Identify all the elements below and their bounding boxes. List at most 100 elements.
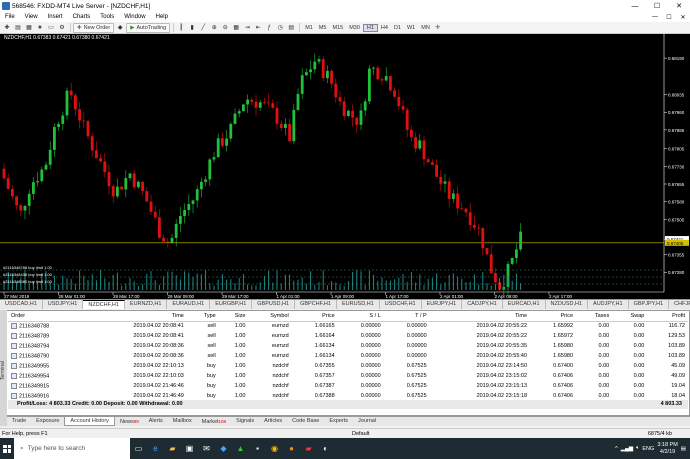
column-header[interactable]: Order: [8, 312, 87, 322]
chart-tab[interactable]: AUDJPY,H1: [588, 300, 629, 309]
taskbar-search[interactable]: ⌕ Type here to search: [14, 438, 130, 459]
order-row[interactable]: 2116348789 2019.04.02 20:08:41 sell 1.00 eur…: [8, 331, 688, 341]
column-header[interactable]: Symbol: [248, 312, 292, 322]
menu-view[interactable]: View: [20, 14, 43, 20]
terminal-icon[interactable]: ▭: [46, 23, 56, 33]
menu-insert[interactable]: Insert: [43, 14, 68, 20]
new-chart-icon[interactable]: ✚: [2, 23, 12, 33]
start-button[interactable]: [0, 438, 14, 459]
zoom-out-icon[interactable]: ⊖: [220, 23, 230, 33]
mdi-minimize-button[interactable]: —: [648, 14, 662, 21]
mail-icon[interactable]: ✉: [198, 438, 215, 459]
terminal-tab[interactable]: News99: [115, 417, 144, 426]
market-watch-icon[interactable]: ▦: [24, 23, 34, 33]
chart-tab[interactable]: EURUSD,H1: [337, 300, 380, 309]
mdi-close-button[interactable]: ✕: [676, 14, 690, 21]
menu-window[interactable]: Window: [119, 14, 150, 20]
indicators-icon[interactable]: ƒ: [264, 23, 274, 33]
chart-tab[interactable]: NZDUSD,H1: [546, 300, 589, 309]
column-header[interactable]: Time: [86, 312, 187, 322]
chart-tab[interactable]: GBPUSD,H1: [252, 300, 296, 309]
mdi-restore-button[interactable]: ☐: [662, 14, 676, 21]
column-header[interactable]: Type: [186, 312, 219, 322]
chart-tab[interactable]: GBPJPY,H1: [629, 300, 670, 309]
timeframe-m1[interactable]: M1: [302, 25, 316, 31]
app-icon-orange[interactable]: ●: [283, 438, 300, 459]
terminal-tab[interactable]: Experts: [324, 417, 353, 426]
chart-tab[interactable]: CADJPY,H1: [462, 300, 503, 309]
menu-tools[interactable]: Tools: [95, 14, 119, 20]
navigator-icon[interactable]: ★: [35, 23, 45, 33]
notifications-icon[interactable]: ▤: [681, 446, 686, 452]
column-header[interactable]: Size: [218, 312, 249, 322]
strategy-tester-icon[interactable]: ⚙: [57, 23, 67, 33]
task-view-icon[interactable]: ▭: [130, 438, 147, 459]
order-row[interactable]: 2116348790 2019.04.02 20:08:36 sell 1.00 eur…: [8, 351, 688, 361]
new-order-button[interactable]: ✚ New Order: [73, 22, 115, 33]
column-header[interactable]: Time: [429, 312, 531, 322]
timeframe-mn[interactable]: MN: [418, 25, 433, 31]
terminal-tab[interactable]: Exposure: [31, 417, 64, 426]
chart-tab[interactable]: EURAUD,H1: [167, 300, 211, 309]
menu-charts[interactable]: Charts: [68, 14, 96, 20]
column-header[interactable]: Taxes: [576, 312, 613, 322]
edge-icon[interactable]: e: [147, 438, 164, 459]
column-header[interactable]: Profit: [647, 312, 688, 322]
minimize-button[interactable]: —: [624, 3, 646, 10]
periods-icon[interactable]: ◷: [275, 23, 285, 33]
chart-shift-icon[interactable]: ⇤: [253, 23, 263, 33]
timeframe-m30[interactable]: M30: [346, 25, 363, 31]
templates-icon[interactable]: ▤: [286, 23, 296, 33]
chart-tab[interactable]: EURNZD,H1: [125, 300, 168, 309]
timeframe-m5[interactable]: M5: [316, 25, 330, 31]
chart-tab[interactable]: GBPCHF,H1: [295, 300, 337, 309]
terminal-tab[interactable]: Account History: [64, 417, 115, 426]
store-icon[interactable]: ▣: [181, 438, 198, 459]
terminal-tab[interactable]: Alerts: [144, 417, 168, 426]
tile-windows-icon[interactable]: ▦: [231, 23, 241, 33]
app-icon-green[interactable]: ▲: [232, 438, 249, 459]
timeframe-w1[interactable]: W1: [404, 25, 418, 31]
autoscroll-icon[interactable]: ⇥: [242, 23, 252, 33]
app-icon-gray[interactable]: ◐: [317, 438, 334, 459]
close-button[interactable]: ✕: [668, 2, 690, 10]
timeframe-h4[interactable]: H4: [378, 25, 391, 31]
order-row[interactable]: 2116348788 2019.04.02 20:08:41 sell 1.00 eur…: [8, 321, 688, 331]
menu-help[interactable]: Help: [151, 14, 173, 20]
column-header[interactable]: Price: [530, 312, 577, 322]
profiles-icon[interactable]: ▤: [13, 23, 23, 33]
order-row[interactable]: 2116349915 2019.04.02 21:46:46 buy 1.00 nzdc…: [8, 381, 688, 391]
chrome-icon[interactable]: ◉: [266, 438, 283, 459]
order-row[interactable]: 2116349954 2019.04.02 22:10:03 buy 1.00 nzdc…: [8, 371, 688, 381]
terminal-tab[interactable]: Mailbox: [168, 417, 197, 426]
chart-tab[interactable]: EURJPY,H1: [422, 300, 463, 309]
candlestick-icon[interactable]: ▮: [187, 23, 197, 33]
autotrading-button[interactable]: ▶ AutoTrading: [126, 22, 171, 33]
volume-icon[interactable]: 🔈︎: [636, 445, 639, 452]
terminal-tab[interactable]: Signals: [231, 417, 259, 426]
chart-tab[interactable]: NZDCHF,H1: [83, 300, 125, 309]
menu-file[interactable]: File: [0, 14, 20, 20]
chart-tab[interactable]: EURGBP,H1: [210, 300, 253, 309]
terminal-tab[interactable]: Market108: [197, 417, 231, 426]
app-icon-dark[interactable]: ▪: [249, 438, 266, 459]
chart-tab[interactable]: EURCAD,H1: [503, 300, 546, 309]
terminal-tab[interactable]: Code Base: [287, 417, 324, 426]
chart-tab[interactable]: USDJPY,H1: [43, 300, 84, 309]
line-chart-icon[interactable]: ╱: [198, 23, 208, 33]
chart-tab[interactable]: USDCHF,H1: [380, 300, 422, 309]
network-icon[interactable]: ▂▄▆: [621, 446, 633, 452]
order-row[interactable]: 2116349955 2019.04.02 22:10:13 buy 1.00 nzdc…: [8, 361, 688, 371]
terminal-tab[interactable]: Trade: [7, 417, 31, 426]
taskbar-clock[interactable]: 3:18 PM 4/2/19: [657, 442, 677, 456]
tray-chevron-icon[interactable]: ^: [615, 446, 618, 452]
metaeditor-icon[interactable]: ◆: [115, 23, 125, 33]
timeframe-m15[interactable]: M15: [329, 25, 346, 31]
app-icon-blue[interactable]: ◆: [215, 438, 232, 459]
timeframe-h1[interactable]: H1: [362, 23, 378, 32]
bar-chart-icon[interactable]: ┃: [176, 23, 186, 33]
chart-tab[interactable]: CHFJPY,H: [669, 300, 690, 309]
column-header[interactable]: S / L: [337, 312, 384, 322]
terminal-tab[interactable]: Journal: [353, 417, 381, 426]
price-chart[interactable]: 0.68190 0.68035 0.67960 0.67885 0.67805 0.677…: [0, 34, 690, 299]
